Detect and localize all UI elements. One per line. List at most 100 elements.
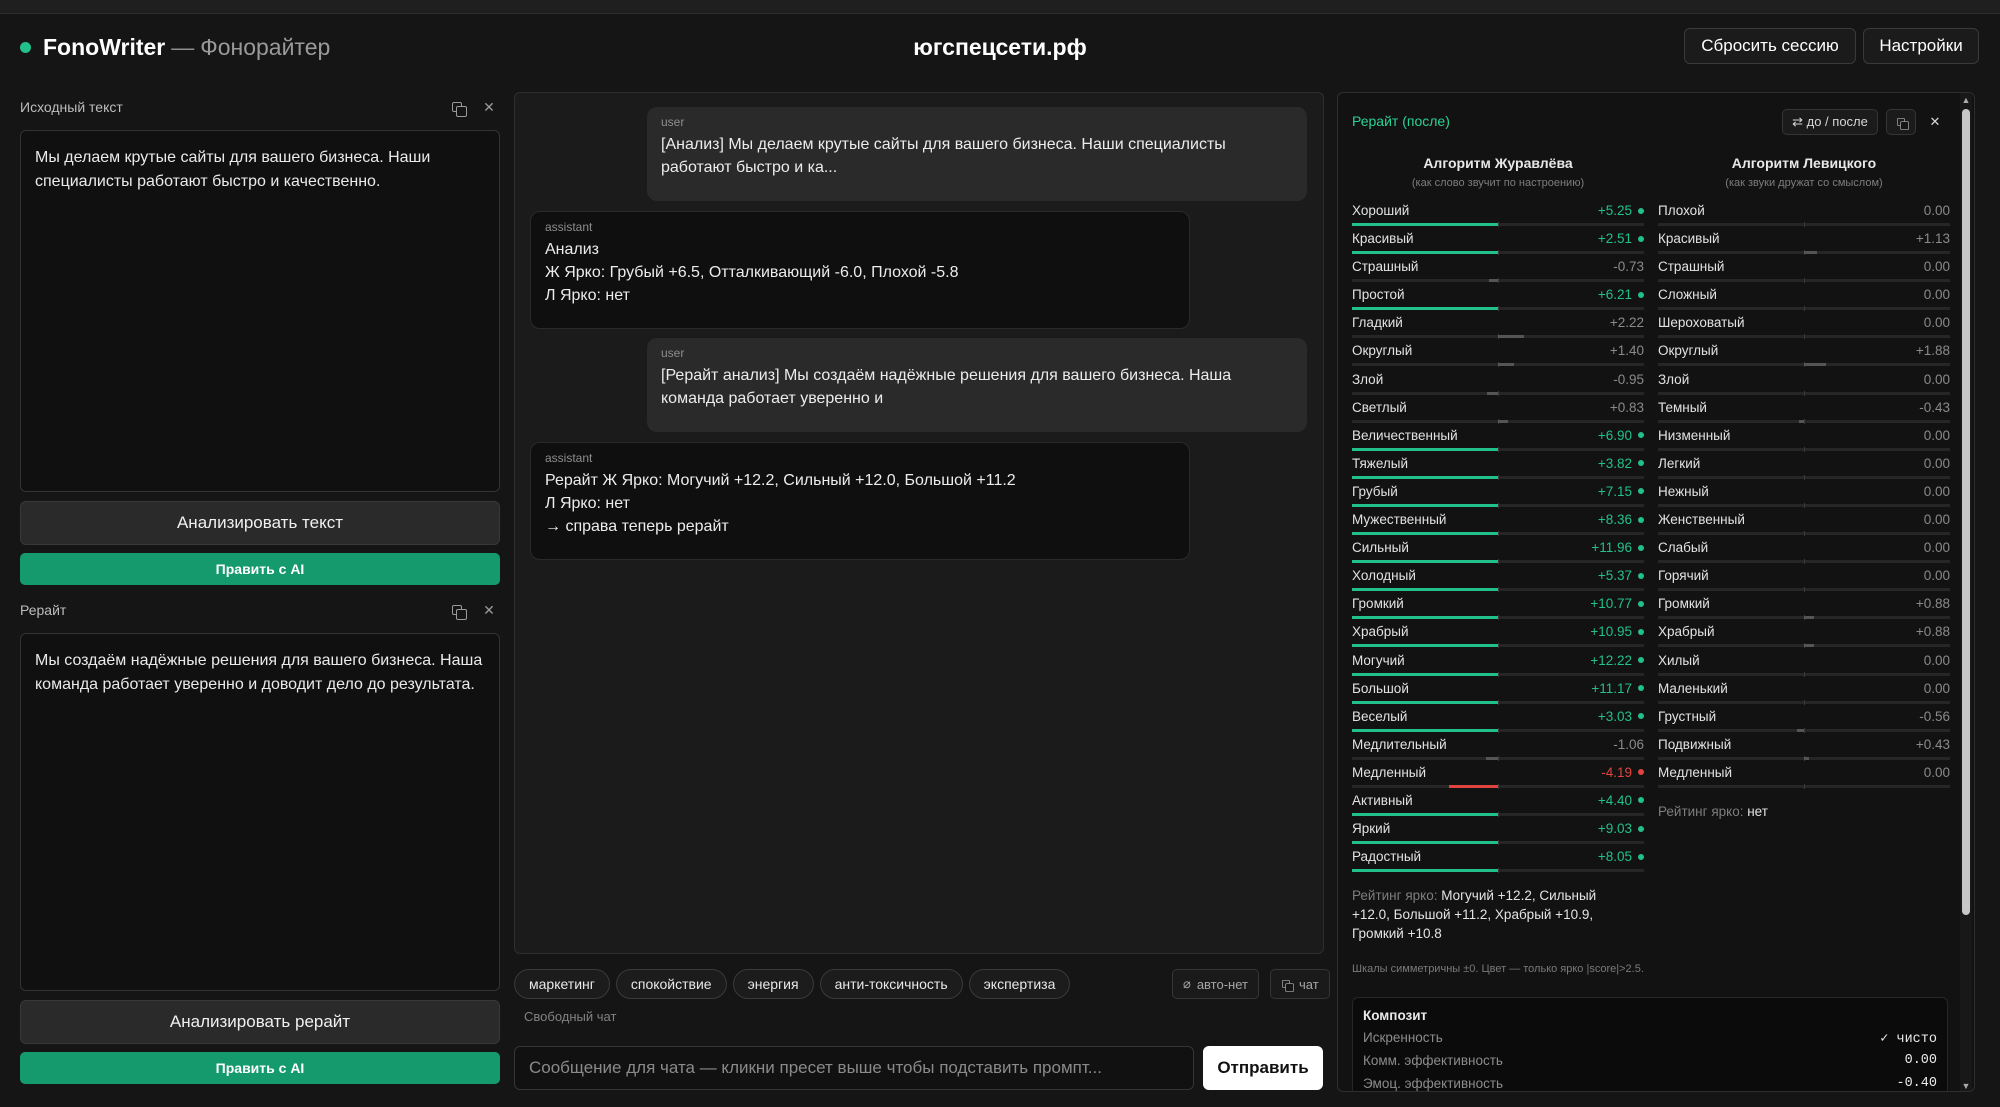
scale-fill: [1352, 700, 1498, 704]
copy-button[interactable]: [1886, 109, 1916, 135]
scale-value-text: 0.00: [1923, 315, 1950, 331]
compare-before-after-button[interactable]: ⇄ до / после: [1782, 109, 1878, 135]
message-role: assistant: [545, 220, 593, 234]
scale-fill: [1804, 644, 1815, 648]
scale-value-text: +0.88: [1915, 596, 1950, 612]
copy-icon[interactable]: [446, 96, 468, 118]
scale-row: Легкий 0.00: [1658, 454, 1950, 482]
scale-track: [1658, 306, 1950, 312]
scale-value-text: +11.17: [1591, 680, 1632, 696]
scale-fill: [1352, 503, 1498, 507]
preset-chip[interactable]: энергия: [732, 969, 814, 999]
scale-label: Медленный: [1352, 764, 1427, 780]
scale-value: +7.15: [1598, 484, 1644, 499]
close-panel-button[interactable]: ✕: [1922, 109, 1948, 135]
scale-row: Яркий +9.03: [1352, 819, 1644, 847]
scale-fill: [1798, 419, 1804, 423]
scrollbar-thumb[interactable]: [1962, 109, 1970, 915]
scale-value-text: +12.22: [1590, 652, 1632, 668]
chat-area[interactable]: user [Анализ] Мы делаем крутые сайты для…: [514, 92, 1324, 954]
levitsky-header: Алгоритм Левицкого (как звуки дружат со …: [1658, 155, 1950, 189]
reset-session-button[interactable]: Сбросить сессию: [1684, 28, 1856, 64]
scale-track: [1352, 446, 1644, 452]
chat-message-user: user [Рерайт анализ] Мы создаём надёжные…: [647, 338, 1307, 432]
message-role: user: [661, 115, 685, 129]
panel-scrollbar[interactable]: ▲ ▼: [1960, 93, 1972, 1091]
scale-track: [1352, 783, 1644, 789]
scale-value-text: +0.43: [1915, 736, 1950, 752]
chat-input[interactable]: [514, 1046, 1194, 1090]
left-column: Исходный текст ✕ Мы делаем крутые сайты …: [20, 92, 500, 1084]
close-icon[interactable]: ✕: [478, 96, 500, 118]
preset-chip[interactable]: анти-токсичность: [819, 969, 963, 999]
scale-track: [1352, 587, 1644, 593]
scale-label: Тяжелый: [1352, 455, 1409, 471]
scale-center-mark: [1498, 783, 1499, 789]
scale-value: 0.00: [1924, 653, 1950, 668]
scale-center-mark: [1498, 474, 1499, 480]
rewrite-panel-header: Рерайт ✕: [20, 595, 500, 625]
scale-row: Светлый +0.83: [1352, 398, 1644, 426]
scale-label: Горячий: [1658, 568, 1709, 584]
analyze-rewrite-button[interactable]: Анализировать рерайт: [20, 1000, 500, 1044]
scale-value: 0.00: [1924, 203, 1950, 218]
scale-value-text: -0.56: [1919, 708, 1950, 724]
copy-icon[interactable]: [446, 599, 468, 621]
scale-row: Шероховатый 0.00: [1658, 313, 1950, 341]
scale-center-mark: [1804, 671, 1805, 677]
source-text-area[interactable]: Мы делаем крутые сайты для вашего бизнес…: [20, 130, 500, 492]
preset-chip[interactable]: экспертиза: [968, 969, 1071, 999]
scale-label: Плохой: [1658, 203, 1705, 218]
analyze-text-button[interactable]: Анализировать текст: [20, 501, 500, 545]
scale-label: Активный: [1352, 792, 1413, 808]
rewrite-text-area[interactable]: Мы создаём надёжные решения для вашего б…: [20, 633, 500, 991]
scale-label: Страшный: [1658, 259, 1725, 275]
scroll-up-icon[interactable]: ▲: [1960, 93, 1972, 107]
scale-value-text: +10.95: [1590, 624, 1632, 640]
bright-indicator-icon: [1638, 600, 1644, 607]
scale-row: Округлый +1.40: [1352, 341, 1644, 369]
scale-center-mark: [1498, 531, 1499, 537]
rating-value: нет: [1747, 804, 1768, 819]
scale-value: +10.77: [1590, 596, 1644, 611]
scale-label: Медлительный: [1352, 736, 1447, 752]
site-title: югспецсети.рф: [913, 34, 1087, 60]
scale-value: +0.88: [1916, 624, 1950, 639]
auto-toggle-label: авто-нет: [1196, 976, 1248, 992]
scale-fill: [1489, 279, 1498, 283]
scale-fill: [1352, 307, 1498, 311]
preset-chip[interactable]: спокойствие: [615, 969, 727, 999]
send-button[interactable]: Отправить: [1203, 1046, 1323, 1090]
scale-value: +8.05: [1598, 849, 1644, 864]
scale-value: 0.00: [1924, 315, 1950, 330]
copy-icon: [1282, 980, 1294, 992]
scale-track: [1352, 671, 1644, 677]
edit-rewrite-with-ai-button[interactable]: Править с AI: [20, 1052, 500, 1084]
scale-footnote: Шкалы симметричны ±0. Цвет — только ярко…: [1352, 963, 1644, 975]
scale-value: +5.37: [1598, 568, 1644, 583]
scale-center-mark: [1804, 559, 1805, 565]
edit-with-ai-button[interactable]: Править с AI: [20, 553, 500, 585]
scale-value: -4.19: [1601, 765, 1644, 780]
scroll-down-icon[interactable]: ▼: [1960, 1079, 1972, 1091]
scale-value: -0.56: [1919, 709, 1950, 724]
scale-center-mark: [1498, 643, 1499, 649]
close-icon[interactable]: ✕: [478, 599, 500, 621]
scale-value-text: +6.90: [1597, 427, 1632, 443]
auto-toggle[interactable]: ⌀ авто-нет: [1172, 969, 1259, 999]
app-header: FonoWriter — Фонорайтер югспецсети.рф Сб…: [0, 14, 2000, 80]
chat-toggle[interactable]: чат: [1270, 969, 1330, 999]
scale-value-text: 0.00: [1923, 371, 1950, 387]
settings-button[interactable]: Настройки: [1863, 28, 1979, 64]
scale-value: +3.03: [1598, 709, 1644, 724]
message-text: Анализ Ж Ярко: Грубый +6.5, Отталкивающи…: [545, 241, 959, 304]
scale-value-text: -1.06: [1613, 736, 1644, 752]
scale-value: +2.22: [1610, 315, 1644, 330]
bright-indicator-icon: [1638, 797, 1644, 804]
scale-track: [1658, 446, 1950, 452]
scale-value: +5.25: [1598, 203, 1644, 218]
preset-chip[interactable]: маркетинг: [514, 969, 610, 999]
chat-toggle-label: чат: [1299, 976, 1319, 992]
bright-indicator-icon: [1638, 488, 1644, 495]
scale-track: [1658, 643, 1950, 649]
